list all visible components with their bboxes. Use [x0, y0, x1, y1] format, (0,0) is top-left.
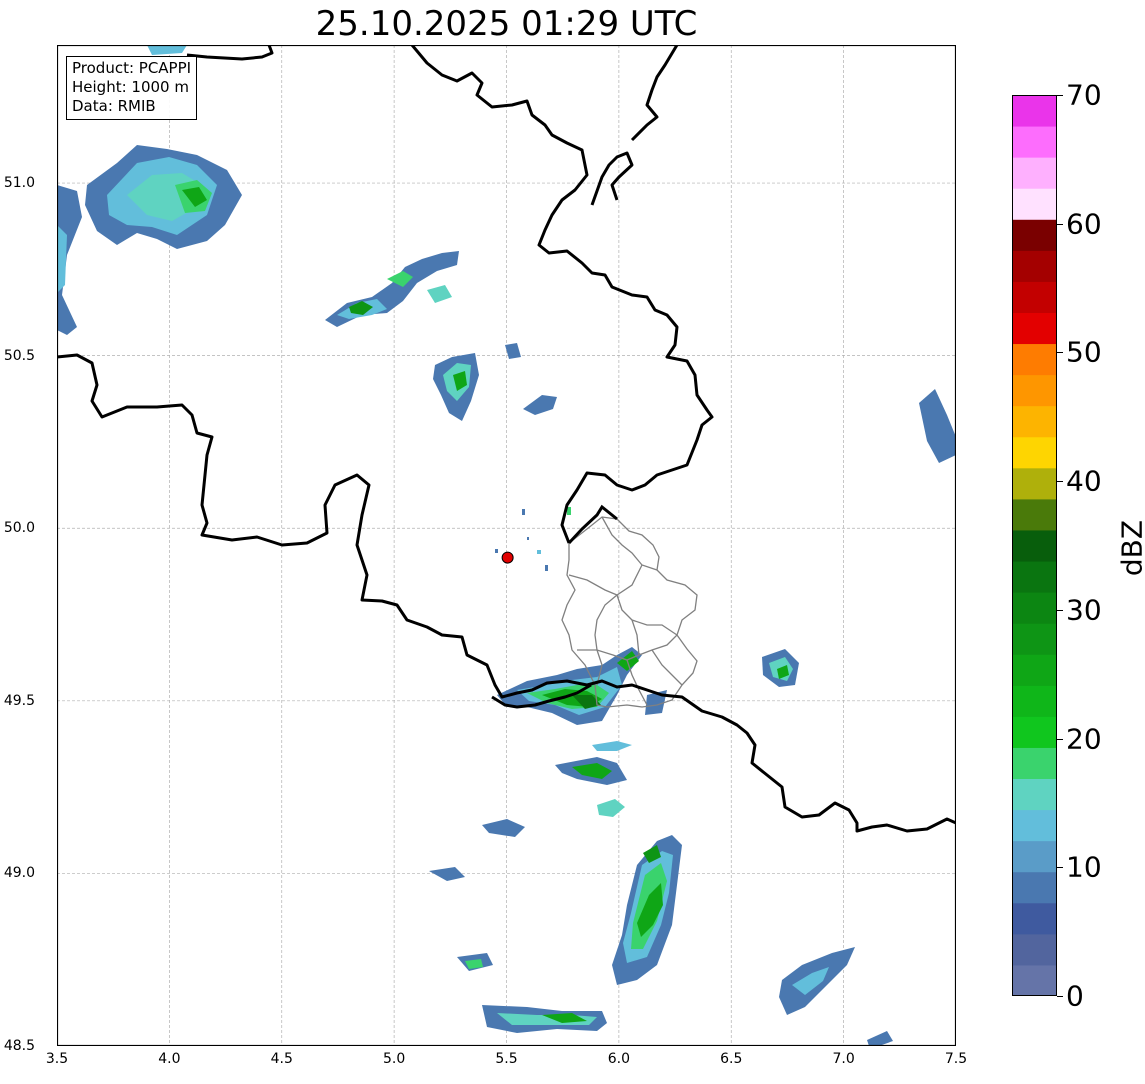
- colorbar: [1012, 95, 1057, 996]
- colorbar-segment: [1012, 250, 1057, 282]
- colorbar-segment: [1012, 592, 1057, 624]
- colorbar-segment: [1012, 778, 1057, 811]
- info-data: Data: RMIB: [72, 97, 156, 115]
- colorbar-tick-mark: [1057, 352, 1063, 354]
- colorbar-segment: [1012, 654, 1057, 686]
- radar-map[interactable]: [57, 45, 956, 1046]
- colorbar-segment: [1012, 467, 1057, 500]
- colorbar-tick-mark: [1057, 867, 1063, 869]
- colorbar-tick-label: 70: [1066, 78, 1102, 112]
- colorbar-segment: [1012, 902, 1057, 935]
- x-tick-label: 4.5: [270, 1051, 293, 1067]
- colorbar-segment: [1012, 685, 1057, 717]
- colorbar-segment: [1012, 374, 1057, 407]
- colorbar-segment: [1012, 219, 1057, 251]
- colorbar-segment: [1012, 281, 1057, 313]
- y-tick-label: 49.5: [3, 692, 35, 709]
- map-title: 25.10.2025 01:29 UTC: [315, 4, 698, 44]
- colorbar-tick-label: 40: [1066, 464, 1102, 498]
- colorbar-tick-mark: [1057, 223, 1063, 225]
- colorbar-segment: [1012, 95, 1057, 127]
- y-tick-label: 50.0: [3, 520, 35, 537]
- colorbar-label: dBZ: [1115, 519, 1145, 577]
- colorbar-tick-label: 30: [1066, 593, 1102, 627]
- colorbar-segment: [1012, 561, 1057, 593]
- x-tick-label: 5.5: [495, 1051, 518, 1067]
- colorbar-segment: [1012, 623, 1057, 655]
- product-info-box: Product: PCAPPI Height: 1000 m Data: RMI…: [66, 56, 198, 120]
- x-tick-label: 7.0: [832, 1051, 855, 1067]
- colorbar-tick-label: 10: [1066, 850, 1102, 884]
- y-tick-label: 50.5: [3, 347, 35, 364]
- colorbar-segment: [1012, 747, 1057, 780]
- colorbar-segment: [1012, 871, 1057, 904]
- colorbar-tick-mark: [1057, 95, 1063, 96]
- colorbar-tick-mark: [1057, 609, 1063, 611]
- colorbar-segment: [1012, 126, 1057, 158]
- colorbar-segment: [1012, 343, 1057, 376]
- colorbar-segment: [1012, 498, 1057, 531]
- colorbar-segment: [1012, 157, 1057, 189]
- colorbar-segment: [1012, 840, 1057, 873]
- colorbar-segment: [1012, 436, 1057, 469]
- colorbar-tick-label: 50: [1066, 335, 1102, 369]
- colorbar-tick-mark: [1057, 481, 1063, 483]
- info-product: Product: PCAPPI: [72, 59, 192, 77]
- x-tick-label: 6.5: [720, 1051, 743, 1067]
- radar-map-canvas: [57, 45, 956, 1046]
- x-tick-label: 5.0: [382, 1051, 406, 1067]
- y-tick-label: 48.5: [3, 1038, 35, 1054]
- x-tick-label: 6.0: [607, 1051, 631, 1067]
- colorbar-segment: [1012, 312, 1057, 345]
- y-tick-label: 49.0: [3, 865, 35, 882]
- colorbar-segment: [1012, 809, 1057, 842]
- colorbar-tick-mark: [1057, 738, 1063, 740]
- colorbar-segment: [1012, 964, 1057, 996]
- colorbar-tick-label: 60: [1066, 207, 1102, 241]
- x-tick-label: 4.0: [158, 1051, 181, 1067]
- colorbar-tick-label: 0: [1066, 979, 1084, 1013]
- x-tick-label: 3.5: [45, 1051, 69, 1067]
- radar-site-marker: [501, 551, 514, 564]
- colorbar-tick-mark: [1057, 996, 1063, 997]
- y-tick-label: 51.0: [3, 175, 35, 192]
- x-tick-label: 7.5: [944, 1051, 968, 1067]
- colorbar-tick-label: 20: [1066, 722, 1102, 756]
- colorbar-segment: [1012, 933, 1057, 966]
- colorbar-segment: [1012, 188, 1057, 220]
- colorbar-segment: [1012, 716, 1057, 748]
- colorbar-segment: [1012, 405, 1057, 438]
- colorbar-segment: [1012, 529, 1057, 562]
- info-height: Height: 1000 m: [72, 78, 189, 96]
